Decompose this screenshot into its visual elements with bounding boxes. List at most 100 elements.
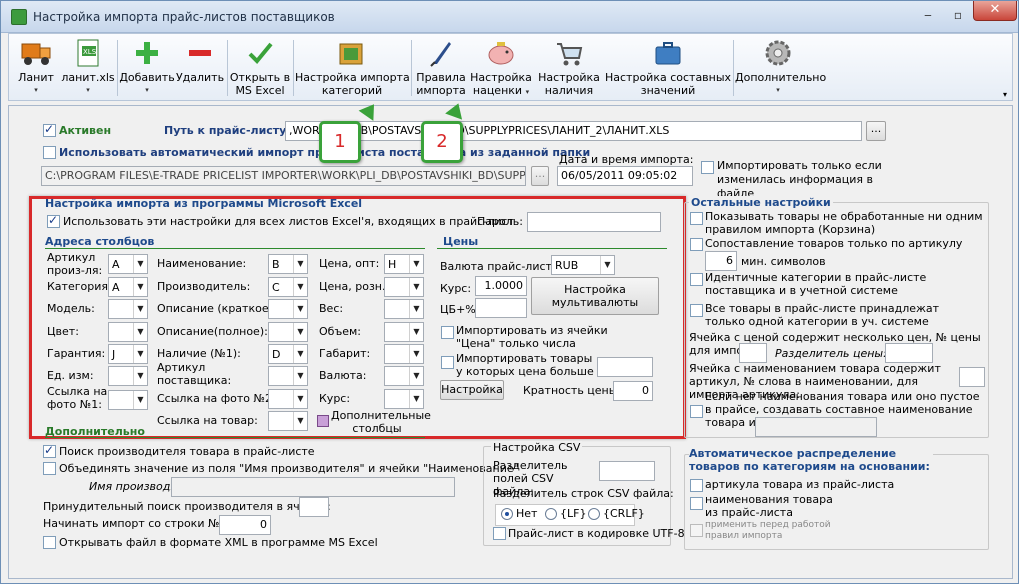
start-row-label: Начинать импорт со строки №:: [43, 517, 224, 530]
manufacturer-name-input[interactable]: [171, 477, 455, 497]
price-settings-button[interactable]: Настройка: [440, 380, 504, 400]
open-in-excel-button[interactable]: Открыть в MS Excel: [229, 38, 291, 97]
dist-by-name-checkbox[interactable]: [690, 497, 703, 510]
import-categories-button[interactable]: Настройка импорта категорий: [295, 38, 410, 97]
field-combo[interactable]: C ▼: [268, 277, 308, 297]
field-label: Артикул поставщика:: [157, 361, 232, 387]
field-value: C: [272, 281, 280, 294]
utf8-checkbox[interactable]: [493, 527, 506, 540]
field-label: Категория:: [47, 280, 112, 293]
field-combo[interactable]: D ▼: [268, 344, 308, 364]
price-multiple-input[interactable]: 0: [613, 381, 653, 401]
field-combo[interactable]: ▼: [268, 322, 308, 342]
auto-import-folder-input[interactable]: C:\PROGRAM FILES\E-TRADE PRICELIST IMPOR…: [41, 166, 526, 186]
search-manufacturer-checkbox[interactable]: [43, 443, 56, 458]
multicurrency-button[interactable]: Настройка мультивалюты: [531, 277, 659, 315]
import-if-changed-checkbox[interactable]: [701, 161, 714, 174]
open-xml-checkbox[interactable]: [43, 536, 56, 549]
chevron-down-icon: ▼: [409, 390, 423, 408]
apply-before-checkbox[interactable]: [690, 524, 703, 537]
delete-button[interactable]: Удалить: [175, 38, 225, 84]
field-combo[interactable]: ▼: [108, 390, 148, 410]
import-categories-label: Настройка импорта категорий: [295, 71, 410, 97]
field-label: Ссылка на товар:: [157, 414, 258, 427]
field-combo[interactable]: ▼: [268, 299, 308, 319]
toolbar-overflow-icon[interactable]: ▾: [1003, 90, 1007, 99]
password-input[interactable]: [527, 212, 661, 232]
currency-select[interactable]: RUB ▼: [551, 255, 615, 275]
all-in-one-category-checkbox[interactable]: [690, 304, 703, 317]
min-chars-input[interactable]: 6: [705, 251, 737, 271]
main-window: Настройка импорта прайс-листов поставщик…: [0, 0, 1019, 584]
minimize-button[interactable]: ‒: [917, 7, 939, 23]
extra-columns-link[interactable]: Дополнительные столбцы: [331, 409, 431, 435]
field-combo[interactable]: ▼: [268, 389, 308, 409]
folder-browse-button[interactable]: ...: [531, 166, 549, 186]
field-combo[interactable]: ▼: [384, 389, 424, 409]
extra-columns-icon[interactable]: [317, 415, 329, 427]
additional-divider: [45, 437, 425, 438]
import-rules-button[interactable]: Правила импорта: [413, 38, 469, 97]
import-datetime-input[interactable]: 06/05/2011 09:05:02: [557, 166, 693, 186]
cb-percent-input[interactable]: [475, 298, 527, 318]
field-combo[interactable]: ▼: [268, 411, 308, 431]
radio-none[interactable]: [501, 508, 513, 520]
field-combo[interactable]: ▼: [384, 322, 424, 342]
chevron-down-icon: ▼: [409, 255, 423, 273]
composite-values-button[interactable]: Настройка составных значений: [605, 38, 731, 97]
field-value: H: [388, 258, 397, 271]
radio-crlf[interactable]: [588, 508, 600, 520]
checkmark-icon: [244, 38, 276, 68]
field-combo[interactable]: ▼: [108, 299, 148, 319]
field-combo[interactable]: A ▼: [108, 277, 148, 297]
close-button[interactable]: ✕: [973, 1, 1017, 21]
field-combo[interactable]: B ▼: [268, 254, 308, 274]
toolbar-file-button[interactable]: XLS ланит.xls ▾: [61, 38, 115, 97]
article-in-name-input[interactable]: [959, 367, 985, 387]
field-combo[interactable]: ▼: [384, 366, 424, 386]
field-combo[interactable]: ▼: [384, 299, 424, 319]
field-combo[interactable]: ▼: [384, 344, 424, 364]
start-row-input[interactable]: 0: [219, 515, 271, 535]
identical-categories-checkbox[interactable]: [690, 273, 703, 286]
active-checkbox[interactable]: [43, 122, 56, 137]
field-combo[interactable]: ▼: [268, 366, 308, 386]
markup-settings-button[interactable]: Настройка наценки ▾: [469, 38, 533, 99]
composite-name-checkbox[interactable]: [690, 405, 703, 418]
field-combo[interactable]: ▼: [108, 322, 148, 342]
forced-search-label: Принудительный поиск производителя в яче…: [43, 500, 331, 513]
password-label: Пароль:: [477, 215, 523, 228]
field-combo[interactable]: ▼: [108, 366, 148, 386]
min-price-input[interactable]: [597, 357, 653, 377]
field-combo[interactable]: ▼: [384, 277, 424, 297]
field-combo[interactable]: H ▼: [384, 254, 424, 274]
chevron-down-icon: ▼: [133, 367, 147, 385]
field-combo[interactable]: J ▼: [108, 344, 148, 364]
dist-by-article-checkbox[interactable]: [690, 479, 703, 492]
show-unprocessed-checkbox[interactable]: [690, 212, 703, 225]
availability-settings-button[interactable]: Настройка наличия: [537, 38, 601, 97]
forced-search-input[interactable]: [299, 497, 329, 517]
csv-field-sep-input[interactable]: [599, 461, 655, 481]
path-browse-button[interactable]: ...: [866, 121, 886, 141]
maximize-button[interactable]: ▫: [947, 7, 969, 23]
gear-icon: [762, 38, 794, 68]
toolbar-supplier-button[interactable]: Ланит ▾: [15, 38, 57, 97]
auto-import-checkbox[interactable]: [43, 146, 56, 159]
field-combo[interactable]: A ▼: [108, 254, 148, 274]
categories-icon: [336, 38, 368, 68]
price-list-path-input[interactable]: ,WORK\PLI_DB\POSTAVSHIKI_BD\SUPPLYPRICES…: [285, 121, 862, 141]
price-separator-input[interactable]: [885, 343, 933, 363]
additional-button[interactable]: Дополнительно ▾: [735, 38, 826, 97]
multi-price-input[interactable]: [739, 343, 767, 363]
use-all-sheets-checkbox[interactable]: [47, 213, 60, 228]
markup-settings-label: Настройка наценки: [470, 71, 532, 97]
add-button[interactable]: Добавить ▾: [119, 38, 175, 97]
match-by-article-checkbox[interactable]: [690, 238, 703, 251]
import-price-numbers-checkbox[interactable]: [441, 326, 454, 339]
composite-name-input[interactable]: [755, 417, 877, 437]
radio-lf[interactable]: [545, 508, 557, 520]
merge-values-checkbox[interactable]: [43, 462, 56, 475]
rate-input[interactable]: 1.0000: [475, 276, 527, 296]
import-price-greater-checkbox[interactable]: [441, 356, 454, 369]
